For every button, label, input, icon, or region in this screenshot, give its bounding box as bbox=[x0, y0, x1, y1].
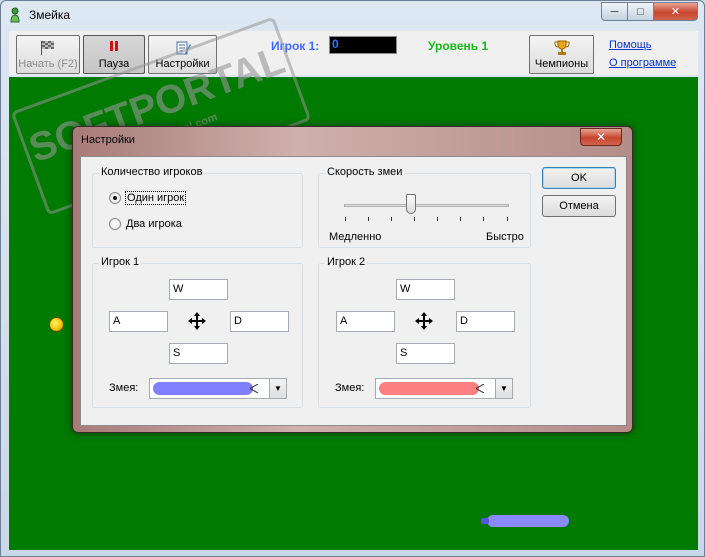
player1-up-key-field[interactable]: W bbox=[169, 279, 228, 300]
player1-score-value: 0 bbox=[329, 36, 397, 54]
speed-group-title: Скорость змеи bbox=[325, 166, 405, 178]
player1-snake-select[interactable]: ▼ bbox=[149, 378, 287, 399]
main-window: Змейка ─ □ ✕ Начать (F2) Пауза Настройки… bbox=[0, 0, 705, 557]
two-players-label: Два игрока bbox=[126, 218, 182, 230]
pause-button[interactable]: Пауза bbox=[83, 35, 145, 74]
player1-right-key-field[interactable]: D bbox=[230, 311, 289, 332]
speed-tick bbox=[460, 217, 461, 221]
maximize-button[interactable]: □ bbox=[628, 2, 654, 21]
player1-group: Игрок 1 W A D S Змея: ▼ bbox=[92, 256, 303, 408]
champions-button[interactable]: Чемпионы bbox=[529, 35, 594, 74]
speed-slider-thumb[interactable] bbox=[406, 194, 416, 214]
start-button-label: Начать (F2) bbox=[18, 58, 78, 70]
pause-icon bbox=[110, 41, 118, 51]
player2-down-key-field[interactable]: S bbox=[396, 343, 455, 364]
window-title: Змейка bbox=[29, 8, 71, 22]
snake-tail-icon bbox=[476, 384, 484, 393]
about-link[interactable]: О программе bbox=[609, 57, 676, 69]
cancel-button[interactable]: Отмена bbox=[542, 195, 616, 217]
speed-max-label: Быстро bbox=[486, 231, 524, 243]
start-button[interactable]: Начать (F2) bbox=[16, 35, 80, 74]
players-group-title: Количество игроков bbox=[99, 166, 205, 178]
speed-tick bbox=[507, 217, 508, 221]
toolbar: Начать (F2) Пауза Настройки Игрок 1: 0 У… bbox=[9, 31, 698, 75]
radio-empty-icon bbox=[109, 218, 121, 230]
player2-group: Игрок 2 W A D S Змея: ▼ bbox=[318, 256, 531, 408]
player1-left-key-field[interactable]: A bbox=[109, 311, 168, 332]
player1-group-title: Игрок 1 bbox=[99, 256, 142, 268]
minimize-button[interactable]: ─ bbox=[601, 2, 628, 21]
player2-snake-preview bbox=[379, 382, 479, 395]
speed-tick bbox=[483, 217, 484, 221]
blue-snake bbox=[481, 515, 569, 527]
move-arrows-icon bbox=[188, 312, 206, 330]
player2-snake-label: Змея: bbox=[335, 382, 365, 394]
ok-button[interactable]: OK bbox=[542, 167, 616, 189]
dialog-close-button[interactable]: ✕ bbox=[580, 128, 622, 146]
minimize-icon: ─ bbox=[610, 5, 619, 18]
player1-score-label: Игрок 1: bbox=[271, 39, 320, 53]
level-label: Уровень 1 bbox=[428, 39, 489, 53]
trophy-icon bbox=[554, 40, 569, 55]
champions-button-label: Чемпионы bbox=[534, 58, 589, 70]
close-button[interactable]: ✕ bbox=[654, 2, 698, 21]
speed-group: Скорость змеи Медленно Быстро bbox=[318, 166, 531, 248]
radio-selected-icon bbox=[109, 192, 121, 204]
chevron-down-icon[interactable]: ▼ bbox=[495, 379, 512, 398]
speed-tick bbox=[437, 217, 438, 221]
player1-snake-preview bbox=[153, 382, 253, 395]
player2-up-key-field[interactable]: W bbox=[396, 279, 455, 300]
close-icon: ✕ bbox=[595, 130, 607, 144]
pause-button-label: Пауза bbox=[98, 58, 130, 70]
speed-tick bbox=[414, 217, 415, 221]
players-group: Количество игроков Один игрок Два игрока bbox=[92, 166, 303, 248]
maximize-icon: □ bbox=[637, 5, 644, 18]
settings-icon bbox=[176, 41, 191, 55]
one-player-label: Один игрок bbox=[124, 191, 187, 205]
speed-tick bbox=[391, 217, 392, 221]
checkered-flag-icon bbox=[41, 41, 54, 55]
player2-right-key-field[interactable]: D bbox=[456, 311, 515, 332]
one-player-radio[interactable]: Один игрок bbox=[109, 191, 187, 205]
speed-slider-track[interactable] bbox=[344, 204, 509, 207]
snake-app-icon bbox=[10, 7, 20, 23]
dialog-title: Настройки bbox=[81, 134, 135, 146]
player2-group-title: Игрок 2 bbox=[325, 256, 368, 268]
close-icon: ✕ bbox=[670, 6, 681, 18]
player1-snake-label: Змея: bbox=[109, 382, 139, 394]
speed-min-label: Медленно bbox=[329, 231, 382, 243]
speed-tick bbox=[345, 217, 346, 221]
settings-button[interactable]: Настройки bbox=[148, 35, 217, 74]
move-arrows-icon bbox=[415, 312, 433, 330]
help-link[interactable]: Помощь bbox=[609, 39, 652, 51]
dialog-body: Количество игроков Один игрок Два игрока… bbox=[80, 156, 627, 426]
player2-left-key-field[interactable]: A bbox=[336, 311, 395, 332]
settings-dialog: Настройки ✕ Количество игроков Один игро… bbox=[72, 126, 633, 433]
player1-down-key-field[interactable]: S bbox=[169, 343, 228, 364]
chevron-down-icon[interactable]: ▼ bbox=[269, 379, 286, 398]
apple-food-icon bbox=[49, 317, 64, 332]
speed-tick bbox=[368, 217, 369, 221]
settings-button-label: Настройки bbox=[155, 58, 210, 70]
two-players-radio[interactable]: Два игрока bbox=[109, 218, 182, 230]
title-bar[interactable]: Змейка ─ □ ✕ bbox=[1, 1, 704, 31]
snake-tail-icon bbox=[250, 384, 258, 393]
player2-snake-select[interactable]: ▼ bbox=[375, 378, 513, 399]
